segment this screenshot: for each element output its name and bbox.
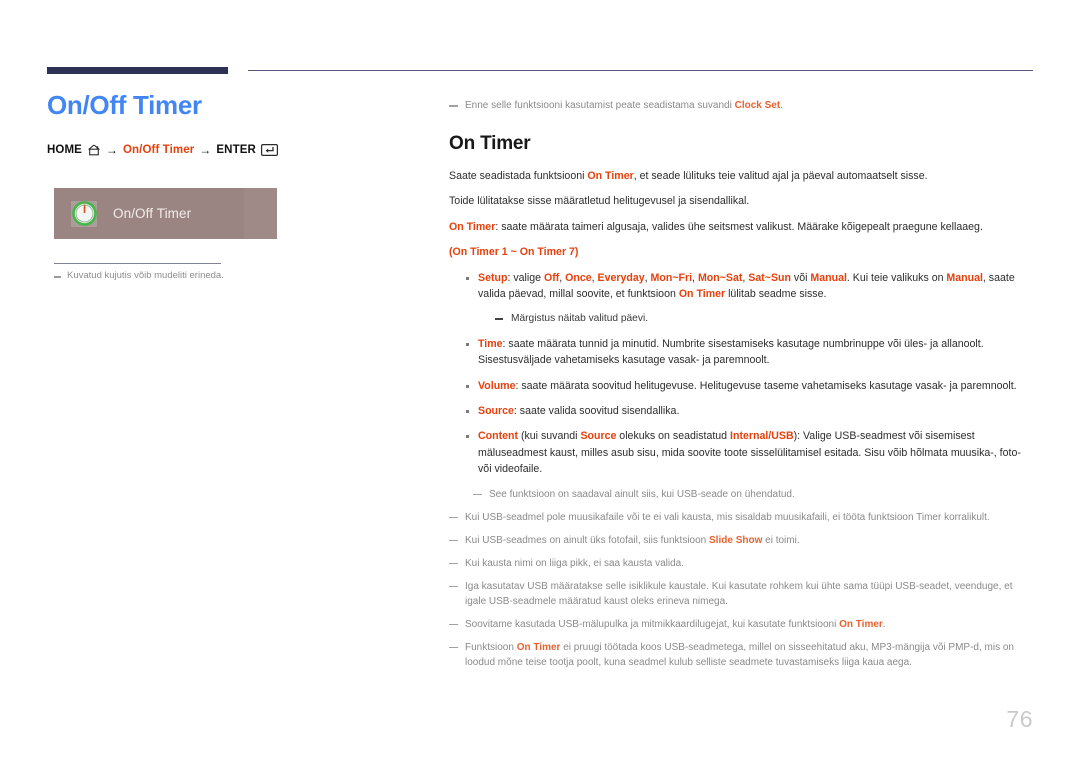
- option-manual: Manual: [946, 271, 983, 284]
- breadcrumb-enter-label: ENTER: [216, 144, 256, 157]
- dash-marker-icon: [449, 623, 458, 626]
- time-term: Time: [478, 337, 503, 350]
- setup-term: Setup: [478, 271, 508, 284]
- note-item: Kui USB-seadmel pole muusikafaile või te…: [449, 510, 1034, 525]
- note-item: Soovitame kasutada USB-mälupulka ja mitm…: [449, 617, 1034, 632]
- source-term: Source: [580, 430, 617, 443]
- bullet-dot-icon: [466, 435, 469, 439]
- source-term: Source: [478, 404, 514, 417]
- option-mon-fri: Mon~Fri: [650, 271, 693, 284]
- bullet-content: Content (kui suvandi Source olekuks on s…: [449, 428, 1034, 477]
- right-column: Enne selle funktsiooni kasutamist peate …: [449, 98, 1034, 678]
- section-title: On Timer: [449, 133, 531, 154]
- on-timer-term: On Timer: [516, 641, 561, 653]
- breadcrumb-arrow-1: →: [105, 143, 119, 158]
- on-timer-term: On Timer: [839, 618, 883, 630]
- enter-key-icon: [260, 144, 278, 157]
- page-number: 76: [1006, 706, 1033, 732]
- menu-preview-highlight: On/Off Timer: [54, 188, 244, 239]
- content-subnote-text: See funktsioon on saadaval ainult siis, …: [489, 488, 795, 500]
- home-icon: [87, 144, 101, 156]
- on-timer-range: (On Timer 1 ~ On Timer 7): [449, 246, 579, 259]
- note-text: Kui kausta nimi on liiga pikk, ei saa ka…: [465, 557, 685, 569]
- bullet-time-text: Time: saate määrata tunnid ja minutid. N…: [478, 337, 984, 367]
- note-item: Kui kausta nimi on liiga pikk, ei saa ka…: [449, 556, 1034, 571]
- note-item: Iga kasutatav USB määratakse selle isikl…: [449, 579, 1034, 609]
- note-text: Kui USB-seadmes on ainult üks fotofail, …: [465, 534, 800, 546]
- dash-marker-icon: [449, 516, 458, 519]
- header-rule-line: [248, 70, 1033, 71]
- page-title: On/Off Timer: [47, 90, 202, 120]
- bullet-dot-icon: [466, 342, 469, 346]
- slide-show-term: Slide Show: [709, 534, 763, 546]
- breadcrumb-current: On/Off Timer: [123, 144, 195, 157]
- bullet-dot-icon: [466, 384, 469, 388]
- header-accent-bar: [47, 67, 228, 74]
- paragraph-2: Toide lülitatakse sisse määratletud heli…: [449, 195, 750, 208]
- volume-term: Volume: [478, 379, 516, 392]
- note-text: Soovitame kasutada USB-mälupulka ja mitm…: [465, 618, 886, 630]
- left-note-divider: [54, 263, 221, 264]
- option-mon-sat: Mon~Sat: [697, 271, 743, 284]
- dash-marker-icon: [449, 539, 458, 542]
- breadcrumb: HOME → On/Off Timer → ENTER: [47, 143, 417, 157]
- top-note: Enne selle funktsiooni kasutamist peate …: [449, 98, 1034, 113]
- option-once: Once: [565, 271, 592, 284]
- note-text: Iga kasutatav USB määratakse selle isikl…: [465, 580, 1013, 607]
- left-column: On/Off Timer HOME → On/Off Timer → ENTER: [47, 90, 417, 157]
- dash-marker-icon: [449, 562, 458, 565]
- on-timer-term: On Timer: [678, 288, 726, 301]
- option-everyday: Everyday: [597, 271, 645, 284]
- content-term: Content: [478, 430, 519, 443]
- top-note-text: Enne selle funktsiooni kasutamist peate …: [465, 100, 783, 111]
- dash-marker-icon: [449, 585, 458, 588]
- dash-marker-icon: [449, 105, 458, 107]
- note-item: Funktsioon On Timer ei pruugi töötada ko…: [449, 640, 1034, 670]
- option-manual: Manual: [810, 271, 847, 284]
- bullet-source-text: Source: saate valida soovitud sisendalli…: [478, 404, 680, 417]
- bullet-time: Time: saate määrata tunnid ja minutid. N…: [449, 336, 1034, 369]
- bullet-volume-text: Volume: saate määrata soovitud helitugev…: [478, 379, 1017, 392]
- bullet-volume: Volume: saate määrata soovitud helitugev…: [449, 378, 1034, 394]
- on-timer-term: On Timer: [587, 170, 634, 182]
- setup-subnote: Märgistus näitab valitud päevi.: [495, 311, 1034, 326]
- left-note: Kuvatud kujutis võib mudeliti erineda.: [54, 269, 394, 283]
- bullet-source: Source: saate valida soovitud sisendalli…: [449, 403, 1034, 419]
- dash-marker-icon: [54, 276, 61, 278]
- paragraph-3: On Timer: saate määrata taimeri algusaja…: [449, 220, 983, 233]
- option-off: Off: [543, 271, 560, 284]
- note-text: Kui USB-seadmel pole muusikafaile või te…: [465, 511, 990, 523]
- bullet-dot-icon: [466, 276, 469, 280]
- bullet-content-text: Content (kui suvandi Source olekuks on s…: [478, 430, 1021, 476]
- internal-usb-term: Internal/USB: [730, 430, 794, 443]
- breadcrumb-arrow-2: →: [199, 143, 212, 158]
- dash-marker-icon: [495, 318, 503, 321]
- clock-set-term: Clock Set: [734, 100, 781, 111]
- on-timer-range-term: On Timer 1 ~ On Timer 7: [452, 246, 575, 259]
- option-sat-sun: Sat~Sun: [748, 271, 791, 284]
- menu-preview-box[interactable]: On/Off Timer: [54, 188, 277, 239]
- dash-marker-icon: [473, 493, 482, 496]
- bullet-setup-text: Setup: valige Off, Once, Everyday, Mon~F…: [478, 271, 1015, 301]
- paragraph-1: Saate seadistada funktsiooni On Timer, e…: [449, 170, 928, 182]
- breadcrumb-home-label: HOME: [47, 144, 82, 157]
- left-note-text: Kuvatud kujutis võib mudeliti erineda.: [67, 270, 224, 281]
- bullet-setup: Setup: valige Off, Once, Everyday, Mon~F…: [449, 270, 1034, 303]
- power-timer-knob-icon: [70, 199, 100, 229]
- on-timer-term: On Timer: [449, 220, 496, 233]
- content-subnote: See funktsioon on saadaval ainult siis, …: [473, 487, 1034, 502]
- dash-marker-icon: [449, 646, 458, 649]
- note-item: Kui USB-seadmes on ainult üks fotofail, …: [449, 533, 1034, 548]
- bullet-dot-icon: [466, 409, 469, 413]
- setup-subnote-text: Märgistus näitab valitud päevi.: [511, 313, 649, 325]
- note-text: Funktsioon On Timer ei pruugi töötada ko…: [465, 641, 1014, 668]
- menu-preview-label: On/Off Timer: [113, 206, 192, 221]
